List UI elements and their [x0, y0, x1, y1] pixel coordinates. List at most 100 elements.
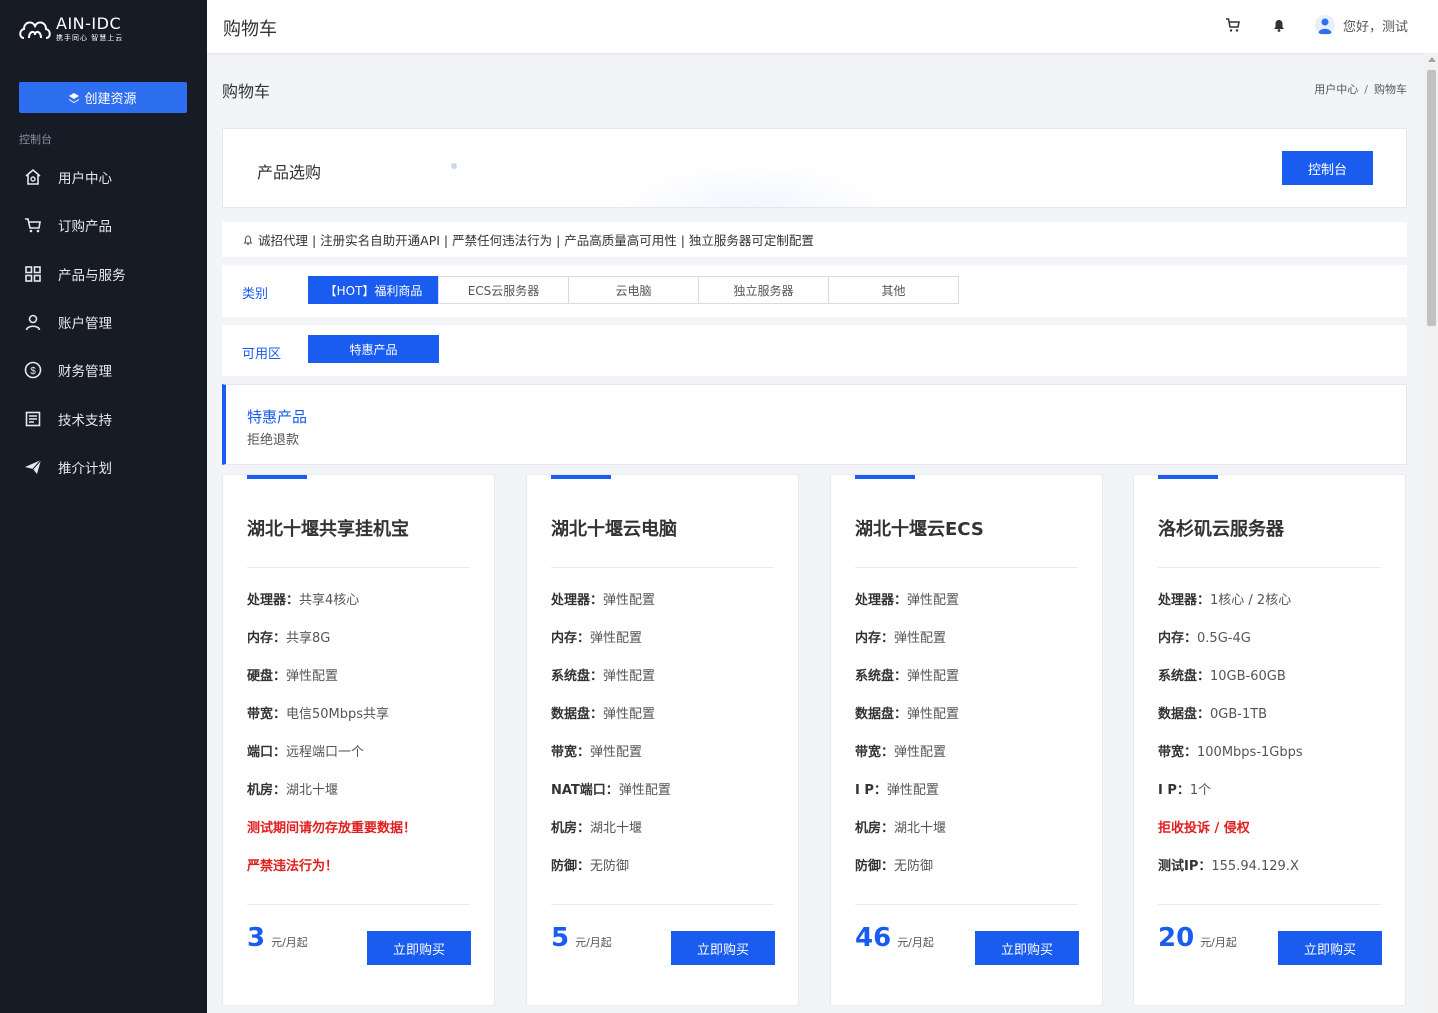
spec-row: 系统盘：弹性配置 [855, 665, 959, 684]
spec-value: 0.5G-4G [1197, 631, 1251, 646]
spec-row: 内存：弹性配置 [551, 627, 642, 646]
svg-text:$: $ [30, 366, 36, 377]
buy-now-button[interactable]: 立即购买 [1278, 931, 1382, 965]
sidebar-item-label: 订购产品 [58, 219, 112, 236]
spec-value: 弹性配置 [907, 593, 960, 608]
scrollbar-thumb[interactable] [1427, 70, 1436, 326]
spec-warning: 严禁违法行为！ [247, 859, 339, 874]
spec-key: 带宽： [855, 745, 895, 760]
spec-key: I P： [1158, 783, 1190, 798]
spec-row: 机房：湖北十堰 [855, 817, 946, 836]
tab-hot-welfare[interactable]: 【HOT】福利商品 [308, 276, 439, 304]
sidebar-item-label: 技术支持 [58, 412, 112, 429]
spec-warning: 测试期间请勿存放重要数据！ [247, 821, 417, 836]
sidebar-item-order-products[interactable]: 订购产品 [0, 201, 207, 249]
spec-value: 100Mbps-1Gbps [1197, 745, 1303, 760]
spec-key: 系统盘： [551, 669, 604, 684]
product-select-panel: 产品选购 控制台 [222, 128, 1407, 208]
spec-value: 0GB-1TB [1210, 707, 1268, 722]
layers-icon [69, 92, 80, 103]
scroll-up-arrow-icon[interactable] [1428, 57, 1436, 62]
divider [551, 904, 774, 905]
spec-row: 带宽：弹性配置 [551, 741, 642, 760]
spec-value: 弹性配置 [603, 707, 656, 722]
spec-value: 弹性配置 [590, 631, 643, 646]
price-amount: 5 [551, 923, 570, 953]
buy-now-button[interactable]: 立即购买 [975, 931, 1079, 965]
brand-title: AIN-IDC [56, 14, 122, 33]
spec-value: 远程端口一个 [286, 745, 365, 760]
sidebar-item-account[interactable]: 账户管理 [0, 298, 207, 346]
sidebar-item-referral[interactable]: 推介计划 [0, 443, 207, 491]
spec-value: 弹性配置 [907, 669, 960, 684]
spec-key: 防御： [855, 859, 895, 874]
spec-row: 端口：远程端口一个 [247, 741, 364, 760]
page-title: 购物车 [222, 82, 271, 101]
tab-other[interactable]: 其他 [828, 276, 959, 304]
spec-value: 湖北十堰 [286, 783, 339, 798]
spec-row: NAT端口：弹性配置 [551, 779, 671, 798]
description-title: 特惠产品 [247, 408, 308, 426]
bell-icon [243, 234, 253, 245]
price-unit: 元/月起 [1200, 936, 1237, 949]
divider [855, 904, 1078, 905]
cart-icon[interactable] [1225, 17, 1241, 33]
user-avatar-icon [1318, 18, 1332, 34]
spec-row: 处理器：共享4核心 [247, 589, 359, 608]
user-menu[interactable]: 您好，测试 [1315, 15, 1408, 35]
spec-value: 无防御 [590, 859, 630, 874]
card-title: 湖北十堰云电脑 [551, 519, 677, 540]
spec-value: 弹性配置 [603, 593, 656, 608]
cart-icon [25, 218, 41, 233]
bell-icon[interactable] [1271, 17, 1287, 33]
spec-row: 系统盘：弹性配置 [551, 665, 655, 684]
spec-key: 处理器： [1158, 593, 1211, 608]
buy-now-button[interactable]: 立即购买 [367, 931, 471, 965]
breadcrumb: 用户中心 / 购物车 [1314, 81, 1407, 97]
top-header: 购物车 您好，测试 [207, 0, 1438, 53]
spec-row: 内存：弹性配置 [855, 627, 946, 646]
spec-value: 共享8G [286, 631, 331, 646]
spec-key: 带宽： [551, 745, 591, 760]
divider [855, 567, 1078, 568]
category-label: 类别 [242, 287, 269, 302]
spec-row: 数据盘：弹性配置 [855, 703, 959, 722]
spec-row: 数据盘：0GB-1TB [1158, 703, 1267, 722]
spec-key: 带宽： [1158, 745, 1198, 760]
breadcrumb-user-center[interactable]: 用户中心 [1314, 83, 1358, 96]
spec-row: 防御：无防御 [551, 855, 629, 874]
spec-value: 1个 [1189, 783, 1212, 798]
spec-value: 湖北十堰 [894, 821, 947, 836]
buy-now-button[interactable]: 立即购买 [671, 931, 775, 965]
sidebar-item-products-services[interactable]: 产品与服务 [0, 250, 207, 298]
cloud-logo-icon [19, 21, 51, 39]
sidebar-item-support[interactable]: 技术支持 [0, 394, 207, 442]
product-card: 湖北十堰云ECS 处理器：弹性配置 内存：弹性配置 系统盘：弹性配置 数据盘：弹性配置带… [830, 474, 1103, 1006]
spec-row: 内存：0.5G-4G [1158, 627, 1251, 646]
divider [1158, 904, 1381, 905]
divider [247, 567, 470, 568]
spec-key: 机房： [551, 821, 591, 836]
spec-value: 弹性配置 [590, 745, 643, 760]
spec-row: I P：弹性配置 [855, 779, 939, 798]
spec-row: 内存：共享8G [247, 627, 330, 646]
spec-key: 处理器： [247, 593, 300, 608]
tab-cloud-pc[interactable]: 云电脑 [568, 276, 699, 304]
card-title: 湖北十堰云ECS [855, 519, 984, 540]
price-unit: 元/月起 [575, 936, 612, 949]
tab-dedicated-server[interactable]: 独立服务器 [698, 276, 829, 304]
sidebar-item-user-center[interactable]: 用户中心 [0, 153, 207, 201]
tab-special-offer[interactable]: 特惠产品 [308, 335, 439, 363]
spec-value: 155.94.129.X [1211, 859, 1299, 874]
sidebar-item-finance[interactable]: $ 财务管理 [0, 346, 207, 394]
spec-row: I P：1个 [1158, 779, 1211, 798]
brand-logo[interactable]: AIN-IDC 携手同心 智慧上云 [18, 14, 123, 44]
spec-key: 系统盘： [855, 669, 908, 684]
spec-key: NAT端口： [551, 783, 619, 798]
spec-key: 数据盘： [855, 707, 908, 722]
create-resource-button[interactable]: 创建资源 [19, 82, 187, 113]
spec-key: 系统盘： [1158, 669, 1211, 684]
tab-ecs[interactable]: ECS云服务器 [438, 276, 569, 304]
sidebar-section-label: 控制台 [19, 133, 52, 146]
console-button[interactable]: 控制台 [1282, 151, 1373, 185]
